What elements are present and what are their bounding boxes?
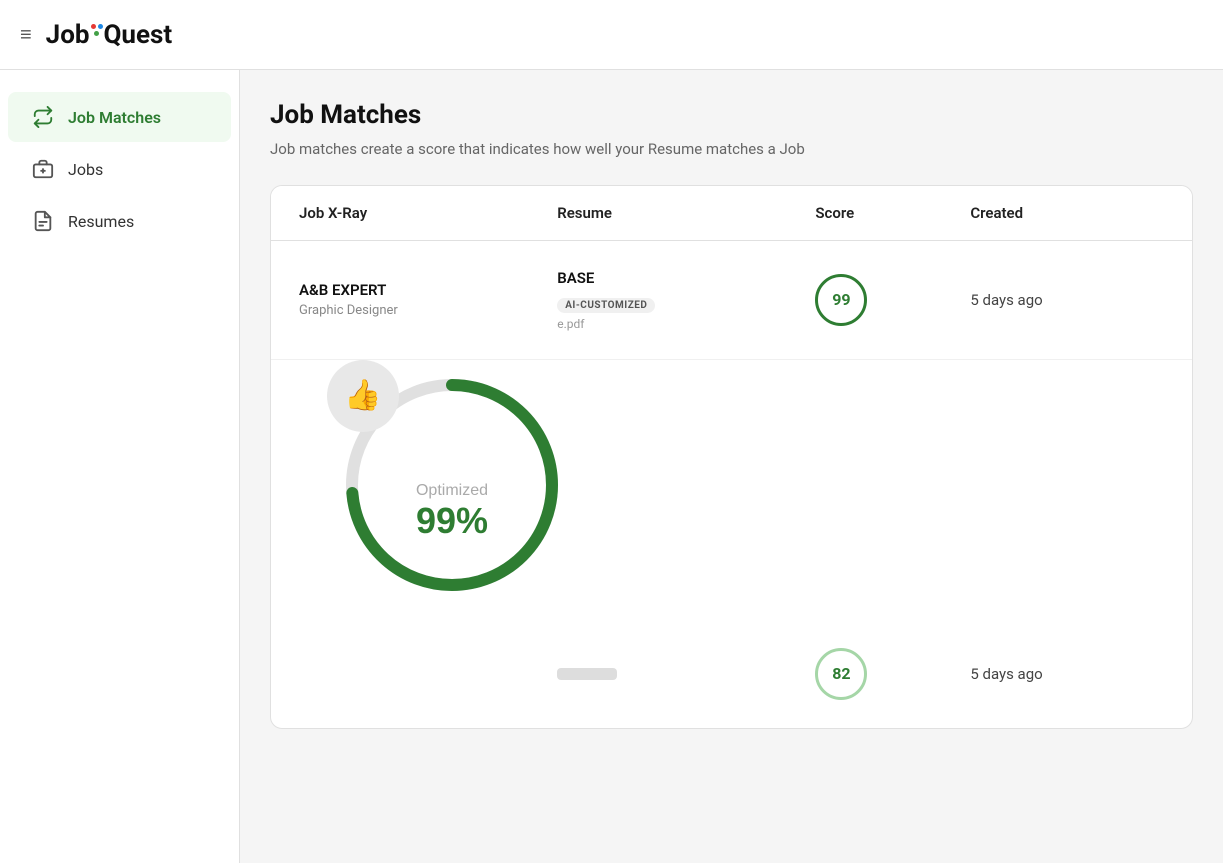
- main-content: Job Matches Job matches create a score t…: [240, 70, 1223, 863]
- col-score: Score: [815, 204, 970, 222]
- created-cell: 5 days ago: [970, 664, 1164, 683]
- job-matches-icon: [32, 106, 54, 128]
- sidebar-item-jobs[interactable]: Jobs: [8, 144, 231, 194]
- resume-info: BASE AI-CUSTOMIZED e.pdf: [557, 269, 815, 331]
- resume-name: BASE: [557, 269, 815, 287]
- logo-job-text: Job: [46, 20, 90, 50]
- score-circle: 99: [815, 274, 867, 326]
- sidebar-item-label: Job Matches: [68, 108, 161, 127]
- sidebar: Job Matches Jobs: [0, 70, 240, 863]
- resume-info: [557, 668, 815, 680]
- score-circle: 82: [815, 648, 867, 700]
- resumes-icon: [32, 210, 54, 232]
- header: ≡ Job Quest: [0, 0, 1223, 70]
- svg-text:Optimized: Optimized: [416, 482, 488, 499]
- resume-badge: AI-CUSTOMIZED: [557, 298, 655, 313]
- jobs-icon: [32, 158, 54, 180]
- created-text: 5 days ago: [970, 291, 1042, 309]
- logo-quest-text: Quest: [104, 20, 173, 50]
- col-resume: Resume: [557, 204, 815, 222]
- table-row[interactable]: A&B EXPERT Graphic Designer BASE AI-CUST…: [271, 241, 1192, 360]
- created-text: 5 days ago: [970, 665, 1042, 683]
- svg-text:99%: 99%: [416, 500, 488, 541]
- resume-file: e.pdf: [557, 317, 815, 331]
- optimized-card: 👍 Optimized 99%: [327, 360, 587, 620]
- created-cell: 5 days ago: [970, 290, 1164, 309]
- page-subtitle: Job matches create a score that indicate…: [270, 138, 970, 161]
- job-info: A&B EXPERT Graphic Designer: [299, 281, 557, 318]
- table-header: Job X-Ray Resume Score Created: [271, 186, 1192, 241]
- sidebar-item-job-matches[interactable]: Job Matches: [8, 92, 231, 142]
- optimized-popup: 👍 Optimized 99%: [299, 380, 1193, 640]
- logo-dot-blue: [98, 24, 103, 29]
- logo-dot-green: [94, 31, 99, 36]
- layout: Job Matches Jobs: [0, 70, 1223, 863]
- score-cell: 99: [815, 274, 970, 326]
- job-subtitle: Graphic Designer: [299, 303, 557, 318]
- sidebar-item-resumes[interactable]: Resumes: [8, 196, 231, 246]
- page-title: Job Matches: [270, 100, 1193, 130]
- job-matches-table: Job X-Ray Resume Score Created A&B EXPER…: [270, 185, 1193, 729]
- menu-icon[interactable]: ≡: [20, 22, 32, 47]
- thumb-icon: 👍: [327, 360, 399, 432]
- sidebar-item-label: Resumes: [68, 212, 134, 231]
- sidebar-item-label: Jobs: [68, 160, 103, 179]
- col-job-xray: Job X-Ray: [299, 204, 557, 222]
- col-created: Created: [970, 204, 1164, 222]
- score-cell: 82: [815, 648, 970, 700]
- logo-dot-red: [91, 24, 96, 29]
- score-value: 82: [832, 664, 850, 683]
- job-title: A&B EXPERT: [299, 281, 557, 299]
- table-body: A&B EXPERT Graphic Designer BASE AI-CUST…: [271, 241, 1192, 728]
- score-value: 99: [832, 290, 850, 309]
- logo: Job Quest: [46, 20, 173, 50]
